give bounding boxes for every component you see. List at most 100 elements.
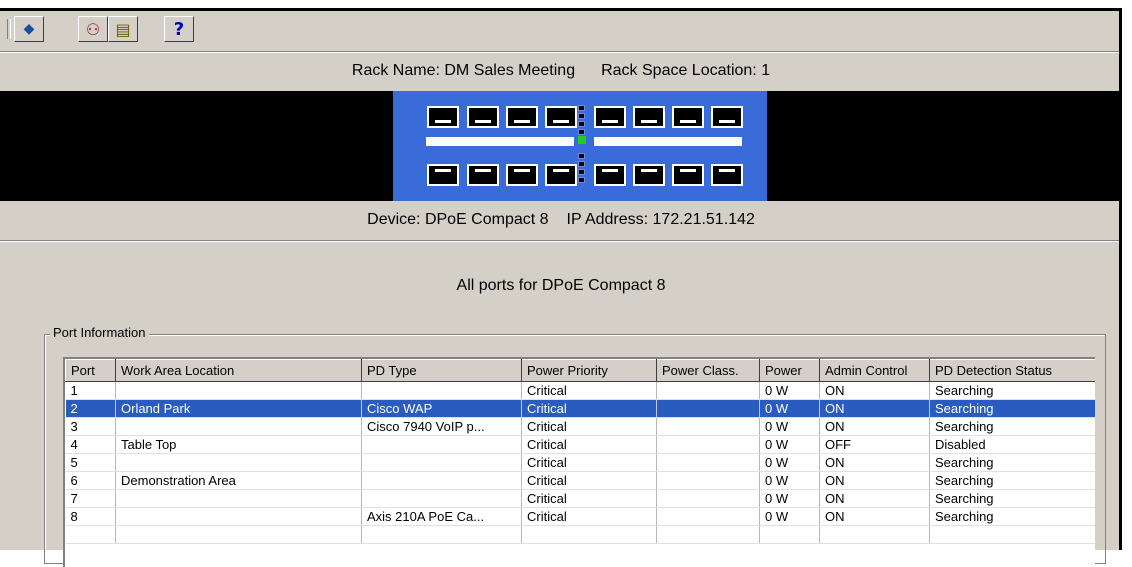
rj45-port-bottom[interactable] bbox=[467, 164, 499, 186]
rj45-port-bottom[interactable] bbox=[545, 164, 577, 186]
cell-port: 8 bbox=[65, 507, 116, 526]
table-row[interactable]: 7 Critical 0 W ON Searching bbox=[65, 489, 1095, 508]
cell-admin-control: ON bbox=[819, 399, 930, 418]
device-name: Device: DPoE Compact 8 bbox=[367, 211, 549, 228]
table-row-empty bbox=[65, 525, 1095, 544]
help-icon[interactable]: ? bbox=[164, 16, 194, 42]
cell-pd-detection-status: Searching bbox=[929, 381, 1095, 400]
cell-port: 4 bbox=[65, 435, 116, 454]
users-icon[interactable]: ⚇ bbox=[78, 16, 108, 42]
status-led bbox=[578, 121, 585, 127]
empty-cell bbox=[819, 525, 930, 544]
diamond-icon[interactable]: ◆ bbox=[14, 16, 44, 42]
cell-work-area-location bbox=[115, 507, 362, 526]
cell-admin-control: ON bbox=[819, 471, 930, 490]
cell-work-area-location bbox=[115, 453, 362, 472]
port-pins bbox=[680, 120, 696, 123]
cell-pd-detection-status: Searching bbox=[929, 417, 1095, 436]
cell-power-class bbox=[656, 399, 760, 418]
column-header-power-priority[interactable]: Power Priority bbox=[521, 359, 657, 382]
rj45-port-top[interactable] bbox=[545, 106, 577, 128]
table-row[interactable]: 3 Cisco 7940 VoIP p... Critical 0 W ON Search… bbox=[65, 417, 1095, 436]
cell-admin-control: ON bbox=[819, 381, 930, 400]
port-pins bbox=[553, 169, 569, 172]
port-pins bbox=[475, 169, 491, 172]
cell-port: 6 bbox=[65, 471, 116, 490]
port-table: Port Work Area Location PD Type Power Pr… bbox=[65, 359, 1095, 544]
empty-cell bbox=[929, 525, 1095, 544]
cell-power-class bbox=[656, 507, 760, 526]
port-pins bbox=[514, 169, 530, 172]
rj45-port-top[interactable] bbox=[506, 106, 538, 128]
empty-cell bbox=[521, 525, 657, 544]
rj45-port-bottom[interactable] bbox=[427, 164, 459, 186]
cell-power-priority: Critical bbox=[521, 417, 657, 436]
rj45-port-top[interactable] bbox=[594, 106, 626, 128]
empty-cell bbox=[656, 525, 760, 544]
table-row[interactable]: 8 Axis 210A PoE Ca... Critical 0 W ON Searchi… bbox=[65, 507, 1095, 526]
cell-port: 3 bbox=[65, 417, 116, 436]
column-header-admin-control[interactable]: Admin Control bbox=[819, 359, 930, 382]
cell-admin-control: ON bbox=[819, 507, 930, 526]
device-switch[interactable] bbox=[393, 91, 767, 201]
cell-pd-detection-status: Searching bbox=[929, 399, 1095, 418]
document-icon[interactable]: ▤ bbox=[108, 16, 138, 42]
rj45-port-bottom[interactable] bbox=[711, 164, 743, 186]
device-caption: Device: DPoE Compact 8 IP Address: 172.21… bbox=[0, 211, 1122, 229]
cell-power-class bbox=[656, 453, 760, 472]
cell-power: 0 W bbox=[759, 417, 820, 436]
empty-cell bbox=[115, 525, 362, 544]
cell-pd-type: Axis 210A PoE Ca... bbox=[361, 507, 522, 526]
cell-port: 1 bbox=[65, 381, 116, 400]
port-pins bbox=[602, 120, 618, 123]
cell-power-priority: Critical bbox=[521, 381, 657, 400]
empty-cell bbox=[65, 525, 116, 544]
port-list[interactable]: Port Work Area Location PD Type Power Pr… bbox=[63, 357, 1095, 567]
cell-power-class bbox=[656, 381, 760, 400]
table-row[interactable]: 4 Table Top Critical 0 W OFF Disabled bbox=[65, 435, 1095, 454]
cell-pd-detection-status: Disabled bbox=[929, 435, 1095, 454]
port-pins bbox=[719, 169, 735, 172]
cell-power-priority: Critical bbox=[521, 489, 657, 508]
cell-work-area-location bbox=[115, 381, 362, 400]
toolbar: ◆ ⚇ ▤ ? bbox=[0, 13, 1119, 47]
table-row[interactable]: 6 Demonstration Area Critical 0 W ON Searchin… bbox=[65, 471, 1095, 490]
table-row[interactable]: 1 Critical 0 W ON Searching bbox=[65, 381, 1095, 400]
table-row[interactable]: 5 Critical 0 W ON Searching bbox=[65, 453, 1095, 472]
status-led bbox=[578, 105, 585, 111]
rj45-port-bottom[interactable] bbox=[633, 164, 665, 186]
column-header-power[interactable]: Power bbox=[759, 359, 820, 382]
cell-power: 0 W bbox=[759, 489, 820, 508]
link-led bbox=[578, 136, 586, 144]
cell-power: 0 W bbox=[759, 399, 820, 418]
page-title: All ports for DPoE Compact 8 bbox=[456, 277, 666, 294]
rj45-port-bottom[interactable] bbox=[672, 164, 704, 186]
empty-cell bbox=[361, 525, 522, 544]
label-strip bbox=[594, 137, 742, 146]
rj45-port-top[interactable] bbox=[633, 106, 665, 128]
cell-power-priority: Critical bbox=[521, 435, 657, 454]
divider bbox=[0, 240, 1119, 242]
port-pins bbox=[641, 120, 657, 123]
table-header: Port Work Area Location PD Type Power Pr… bbox=[65, 359, 1095, 382]
column-header-power-class[interactable]: Power Class. bbox=[656, 359, 760, 382]
table-row[interactable]: 2 Orland Park Cisco WAP Critical 0 W ON Search… bbox=[65, 399, 1095, 418]
rj45-port-bottom[interactable] bbox=[506, 164, 538, 186]
column-header-work-area-location[interactable]: Work Area Location bbox=[115, 359, 362, 382]
rj45-port-top[interactable] bbox=[427, 106, 459, 128]
column-header-pd-detection-status[interactable]: PD Detection Status bbox=[929, 359, 1095, 382]
rj45-port-top[interactable] bbox=[672, 106, 704, 128]
rj45-port-bottom[interactable] bbox=[594, 164, 626, 186]
column-header-pd-type[interactable]: PD Type bbox=[361, 359, 522, 382]
cell-work-area-location: Orland Park bbox=[115, 399, 362, 418]
rj45-port-top[interactable] bbox=[711, 106, 743, 128]
cell-power: 0 W bbox=[759, 435, 820, 454]
column-header-port[interactable]: Port bbox=[65, 359, 116, 382]
port-pins bbox=[719, 120, 735, 123]
status-led bbox=[578, 113, 585, 119]
cell-power-priority: Critical bbox=[521, 507, 657, 526]
rj45-port-top[interactable] bbox=[467, 106, 499, 128]
status-led bbox=[578, 153, 585, 159]
status-led bbox=[578, 177, 585, 183]
status-led bbox=[578, 129, 585, 135]
